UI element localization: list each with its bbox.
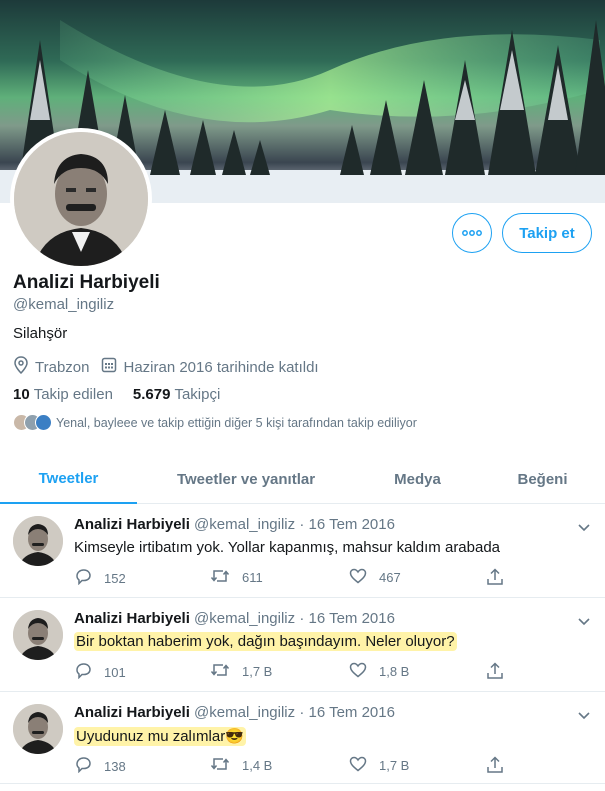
profile-avatar[interactable] bbox=[10, 128, 152, 270]
followers-label: Takipçi bbox=[174, 386, 221, 403]
join-date: Haziran 2016 tarihinde katıldı bbox=[101, 357, 319, 377]
mutual-followers[interactable]: Yenal, bayleee ve takip ettiğin diğer 5 … bbox=[13, 414, 417, 431]
chevron-down-icon bbox=[577, 614, 591, 631]
follow-button[interactable]: Takip et bbox=[502, 213, 592, 253]
followers-link[interactable]: 5.679 Takipçi bbox=[133, 386, 220, 403]
tweet-avatar[interactable] bbox=[13, 704, 63, 754]
tab-tweets-and-replies[interactable]: Tweetler ve yanıtlar bbox=[137, 454, 355, 504]
share-icon bbox=[486, 756, 516, 777]
join-date-text: Haziran 2016 tarihinde katıldı bbox=[123, 358, 319, 376]
tweet-author-name[interactable]: Analizi Harbiyeli bbox=[74, 704, 190, 721]
tweet-header: Analizi Harbiyeli @kemal_ingiliz · 16 Te… bbox=[74, 610, 395, 627]
retweet-icon bbox=[210, 756, 242, 775]
more-icon bbox=[462, 224, 482, 242]
retweet-count: 611 bbox=[242, 570, 263, 585]
reply-count: 101 bbox=[104, 664, 126, 680]
tweet-date[interactable]: · 16 Tem 2016 bbox=[299, 704, 395, 721]
profile-tabs: Tweetler Tweetler ve yanıtlar Medya Beğe… bbox=[0, 454, 605, 504]
tweet[interactable]: Analizi Harbiyeli @kemal_ingiliz · 16 Te… bbox=[0, 504, 605, 598]
followers-count: 5.679 bbox=[132, 386, 171, 403]
tweet-date[interactable]: · 16 Tem 2016 bbox=[299, 610, 395, 627]
profile-avatar-photo bbox=[14, 132, 148, 266]
retweet-button[interactable]: 1,4 B bbox=[210, 756, 272, 775]
tweet-menu-button[interactable] bbox=[577, 708, 591, 726]
like-count: 467 bbox=[379, 570, 401, 585]
retweet-button[interactable]: 1,7 B bbox=[210, 662, 272, 681]
profile-handle[interactable]: @kemal_ingiliz bbox=[13, 296, 114, 313]
tweet-text: Uyudunuz mu zalımlar😎 bbox=[74, 727, 246, 746]
tweet-header: Analizi Harbiyeli @kemal_ingiliz · 16 Te… bbox=[74, 704, 395, 721]
like-button[interactable]: 467 bbox=[349, 568, 401, 587]
like-icon bbox=[349, 662, 379, 681]
tweet-actions: 101 1,7 B 1,8 B bbox=[74, 662, 514, 684]
share-button[interactable] bbox=[486, 756, 516, 777]
reply-count: 152 bbox=[104, 570, 126, 586]
chevron-down-icon bbox=[577, 520, 591, 537]
like-icon bbox=[349, 568, 379, 587]
location: Trabzon bbox=[13, 356, 89, 378]
tweet-date[interactable]: · 16 Tem 2016 bbox=[299, 516, 395, 533]
following-label: Takip edilen bbox=[33, 386, 113, 403]
retweet-count: 1,7 B bbox=[242, 664, 273, 679]
profile-bio: Silahşör bbox=[13, 325, 68, 342]
tweet-author-name[interactable]: Analizi Harbiyeli bbox=[74, 610, 190, 627]
like-count: 1,7 B bbox=[379, 758, 410, 773]
retweet-icon bbox=[210, 662, 242, 681]
calendar-icon bbox=[101, 357, 123, 377]
retweet-button[interactable]: 611 bbox=[210, 568, 263, 587]
share-button[interactable] bbox=[486, 568, 516, 589]
tweet-author-handle[interactable]: @kemal_ingiliz bbox=[194, 610, 295, 627]
reply-icon bbox=[74, 756, 104, 776]
tweet-avatar[interactable] bbox=[13, 516, 63, 566]
tab-tweets[interactable]: Tweetler bbox=[0, 454, 137, 504]
like-button[interactable]: 1,7 B bbox=[349, 756, 409, 775]
reply-icon bbox=[74, 568, 104, 588]
tweet-text: Kimseyle irtibatım yok. Yollar kapanmış,… bbox=[74, 539, 501, 556]
tweet-text: Bir boktan haberim yok, dağın başındayım… bbox=[74, 632, 457, 651]
reply-button[interactable]: 152 bbox=[74, 568, 126, 588]
tweet[interactable]: Analizi Harbiyeli @kemal_ingiliz · 16 Te… bbox=[0, 692, 605, 784]
mutual-followers-text: Yenal, bayleee ve takip ettiğin diğer 5 … bbox=[56, 415, 417, 430]
like-button[interactable]: 1,8 B bbox=[349, 662, 409, 681]
tab-likes[interactable]: Beğeni bbox=[480, 454, 605, 504]
retweet-icon bbox=[210, 568, 242, 587]
tweet-avatar[interactable] bbox=[13, 610, 63, 660]
tweet-header: Analizi Harbiyeli @kemal_ingiliz · 16 Te… bbox=[74, 516, 395, 533]
tweet-author-name[interactable]: Analizi Harbiyeli bbox=[74, 516, 190, 533]
like-count: 1,8 B bbox=[379, 664, 410, 679]
location-icon bbox=[13, 356, 35, 378]
retweet-count: 1,4 B bbox=[242, 758, 273, 773]
tweet-text-row: Uyudunuz mu zalımlar😎 bbox=[74, 727, 246, 746]
tweet[interactable]: Analizi Harbiyeli @kemal_ingiliz · 16 Te… bbox=[0, 598, 605, 692]
share-button[interactable] bbox=[486, 662, 516, 683]
share-icon bbox=[486, 568, 516, 589]
tweet-menu-button[interactable] bbox=[577, 614, 591, 632]
share-icon bbox=[486, 662, 516, 683]
tweet-author-handle[interactable]: @kemal_ingiliz bbox=[194, 704, 295, 721]
location-text: Trabzon bbox=[35, 358, 90, 376]
reply-button[interactable]: 138 bbox=[74, 756, 126, 776]
tweet-text-row: Bir boktan haberim yok, dağın başındayım… bbox=[74, 632, 457, 651]
more-options-button[interactable] bbox=[452, 213, 492, 253]
chevron-down-icon bbox=[577, 708, 591, 725]
tweet-actions: 152 611 467 bbox=[74, 568, 514, 590]
tweet-text-row: Kimseyle irtibatım yok. Yollar kapanmış,… bbox=[74, 539, 500, 556]
like-icon bbox=[349, 756, 379, 775]
following-link[interactable]: 10 Takip edilen bbox=[13, 386, 113, 403]
follow-stats: 10 Takip edilen 5.679 Takipçi bbox=[13, 386, 240, 403]
reply-count: 138 bbox=[104, 758, 126, 774]
tweet-actions: 138 1,4 B 1,7 B bbox=[74, 756, 514, 778]
tab-media[interactable]: Medya bbox=[355, 454, 480, 504]
reply-button[interactable]: 101 bbox=[74, 662, 126, 682]
profile-name: Analizi Harbiyeli bbox=[13, 272, 160, 293]
reply-icon bbox=[74, 662, 104, 682]
tweet-author-handle[interactable]: @kemal_ingiliz bbox=[194, 516, 295, 533]
mutual-avatars bbox=[13, 414, 52, 431]
following-count: 10 bbox=[13, 386, 30, 403]
mutual-avatar bbox=[35, 414, 52, 431]
profile-meta: Trabzon Haziran 2016 tarihinde katıldı bbox=[13, 356, 331, 378]
tweet-menu-button[interactable] bbox=[577, 520, 591, 538]
